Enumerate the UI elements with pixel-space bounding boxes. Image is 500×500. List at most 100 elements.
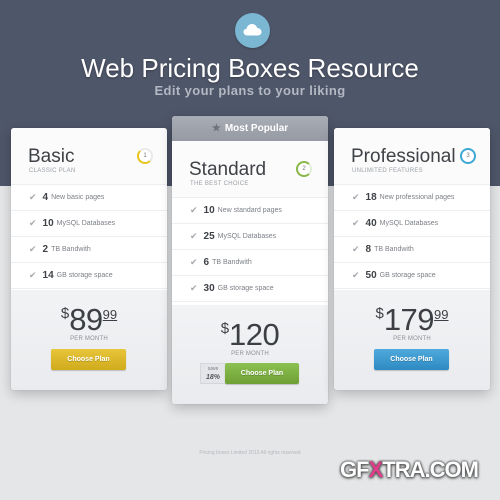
feature-value: 10 — [203, 205, 215, 216]
price: $120 — [172, 317, 328, 353]
feature-value: 6 — [203, 257, 210, 268]
watermark-logo: GFXTRA.COM — [340, 457, 479, 483]
check-icon: ✔ — [352, 192, 360, 202]
feature-item: ✔ 30 GB storage space — [172, 276, 328, 302]
plan-name: Basic — [28, 146, 75, 167]
ribbon-label: Most Popular — [224, 123, 289, 134]
price-area: $17999 PER MONTH Choose Plan — [334, 290, 490, 390]
watermark-text: TRA.COM — [382, 457, 479, 482]
check-icon: ✔ — [352, 270, 360, 280]
feature-list: ✔ 4 New basic pages ✔ 10 MySQL Databases ✔ 2 T… — [11, 185, 167, 289]
plan-tagline: CLASSIC PLAN — [29, 168, 76, 174]
feature-item: ✔ 10 MySQL Databases — [11, 211, 167, 237]
feature-value: 25 — [203, 231, 215, 242]
plan-tagline: THE BEST CHOICE — [190, 181, 249, 187]
pricing-card-standard: ★ Most Popular Standard THE BEST CHOICE 2… — [172, 116, 328, 404]
feature-value: 14 — [42, 270, 54, 281]
feature-label: TB Bandwith — [212, 259, 252, 266]
save-label: save — [207, 366, 219, 372]
logo — [235, 13, 270, 48]
check-icon: ✔ — [190, 231, 198, 241]
price-period: PER MONTH — [393, 336, 431, 342]
page-subtitle: Edit your plans to your liking — [154, 83, 346, 98]
price-area: $8999 PER MONTH Choose Plan — [11, 290, 167, 390]
price: $8999 — [11, 302, 167, 338]
cloud-icon — [243, 24, 262, 36]
feature-item: ✔ 25 MySQL Databases — [172, 224, 328, 250]
price-period: PER MONTH — [70, 336, 108, 342]
pricing-card-professional: Professional UNLIMITED FEATURES 3 ✔ 18 New… — [334, 128, 490, 390]
price-amount: 89 — [69, 302, 103, 337]
feature-label: MySQL Databases — [379, 220, 439, 227]
plan-header: Standard THE BEST CHOICE 2 — [172, 141, 328, 198]
price-currency: $ — [220, 320, 230, 337]
feature-list: ✔ 18 New professional pages ✔ 40 MySQL Datab… — [334, 185, 490, 289]
check-icon: ✔ — [29, 192, 37, 202]
plan-name: Standard — [189, 159, 267, 180]
feature-label: New standard pages — [217, 207, 282, 214]
price-cents: 99 — [434, 307, 449, 322]
feature-value: 30 — [203, 283, 215, 294]
check-icon: ✔ — [29, 270, 37, 280]
choose-plan-button-standard[interactable]: Choose Plan — [225, 363, 299, 384]
price-area: $120 PER MONTH save 18% Choose Plan — [172, 305, 328, 404]
feature-item: ✔ 50 GB storage space — [334, 263, 490, 289]
feature-item: ✔ 2 TB Bandwith — [11, 237, 167, 263]
feature-value: 2 — [42, 244, 49, 255]
feature-value: 8 — [365, 244, 372, 255]
feature-label: TB Bandwith — [51, 246, 91, 253]
feature-value: 40 — [365, 218, 377, 229]
check-icon: ✔ — [190, 257, 198, 267]
feature-value: 18 — [365, 192, 377, 203]
check-icon: ✔ — [29, 244, 37, 254]
plan-number-badge: 2 — [296, 161, 312, 177]
feature-item: ✔ 14 GB storage space — [11, 263, 167, 289]
footer-copyright: Pricing boxes Limited 2013 All rights re… — [199, 450, 301, 456]
feature-item: ✔ 40 MySQL Databases — [334, 211, 490, 237]
most-popular-ribbon: ★ Most Popular — [172, 116, 328, 141]
feature-item: ✔ 4 New basic pages — [11, 185, 167, 211]
price-period: PER MONTH — [231, 351, 269, 357]
feature-label: New professional pages — [379, 194, 455, 201]
check-icon: ✔ — [190, 205, 198, 215]
save-value: 18% — [205, 374, 220, 381]
star-icon: ★ — [211, 123, 221, 134]
plan-header: Professional UNLIMITED FEATURES 3 — [334, 128, 490, 185]
feature-label: GB storage space — [56, 272, 113, 279]
price-currency: $ — [60, 305, 70, 322]
price-cents: 99 — [102, 307, 118, 322]
page-title: Web Pricing Boxes Resource — [81, 53, 419, 83]
watermark-text: GF — [340, 457, 370, 482]
feature-item: ✔ 6 TB Bandwith — [172, 250, 328, 276]
check-icon: ✔ — [190, 283, 198, 293]
watermark-x: X — [368, 457, 384, 482]
pricing-card-basic: Basic CLASSIC PLAN 1 ✔ 4 New basic pages ✔… — [11, 128, 167, 390]
price-currency: $ — [375, 305, 384, 322]
price: $17999 — [334, 302, 490, 338]
feature-label: GB storage space — [217, 285, 274, 292]
feature-item: ✔ 18 New professional pages — [334, 185, 490, 211]
feature-item: ✔ 10 New standard pages — [172, 198, 328, 224]
feature-label: New basic pages — [51, 194, 105, 201]
feature-item: ✔ 8 TB Bandwith — [334, 237, 490, 263]
plan-header: Basic CLASSIC PLAN 1 — [11, 128, 167, 185]
choose-plan-button-professional[interactable]: Choose Plan — [374, 349, 449, 370]
feature-label: GB storage space — [379, 272, 436, 279]
plan-number-badge: 3 — [460, 148, 476, 164]
plan-tagline: UNLIMITED FEATURES — [352, 168, 423, 174]
feature-list: ✔ 10 New standard pages ✔ 25 MySQL Databases… — [172, 198, 328, 302]
check-icon: ✔ — [352, 218, 360, 228]
feature-value: 4 — [42, 192, 49, 203]
check-icon: ✔ — [352, 244, 360, 254]
price-amount: 120 — [229, 317, 280, 352]
feature-label: MySQL Databases — [56, 220, 116, 227]
feature-label: MySQL Databases — [217, 233, 277, 240]
feature-value: 10 — [42, 218, 54, 229]
feature-value: 50 — [365, 270, 377, 281]
price-amount: 179 — [383, 302, 435, 337]
feature-label: TB Bandwith — [374, 246, 414, 253]
choose-plan-button-basic[interactable]: Choose Plan — [51, 349, 126, 370]
save-badge: save 18% — [200, 363, 225, 384]
plan-number-badge: 1 — [137, 148, 153, 164]
plan-name: Professional — [351, 146, 456, 167]
